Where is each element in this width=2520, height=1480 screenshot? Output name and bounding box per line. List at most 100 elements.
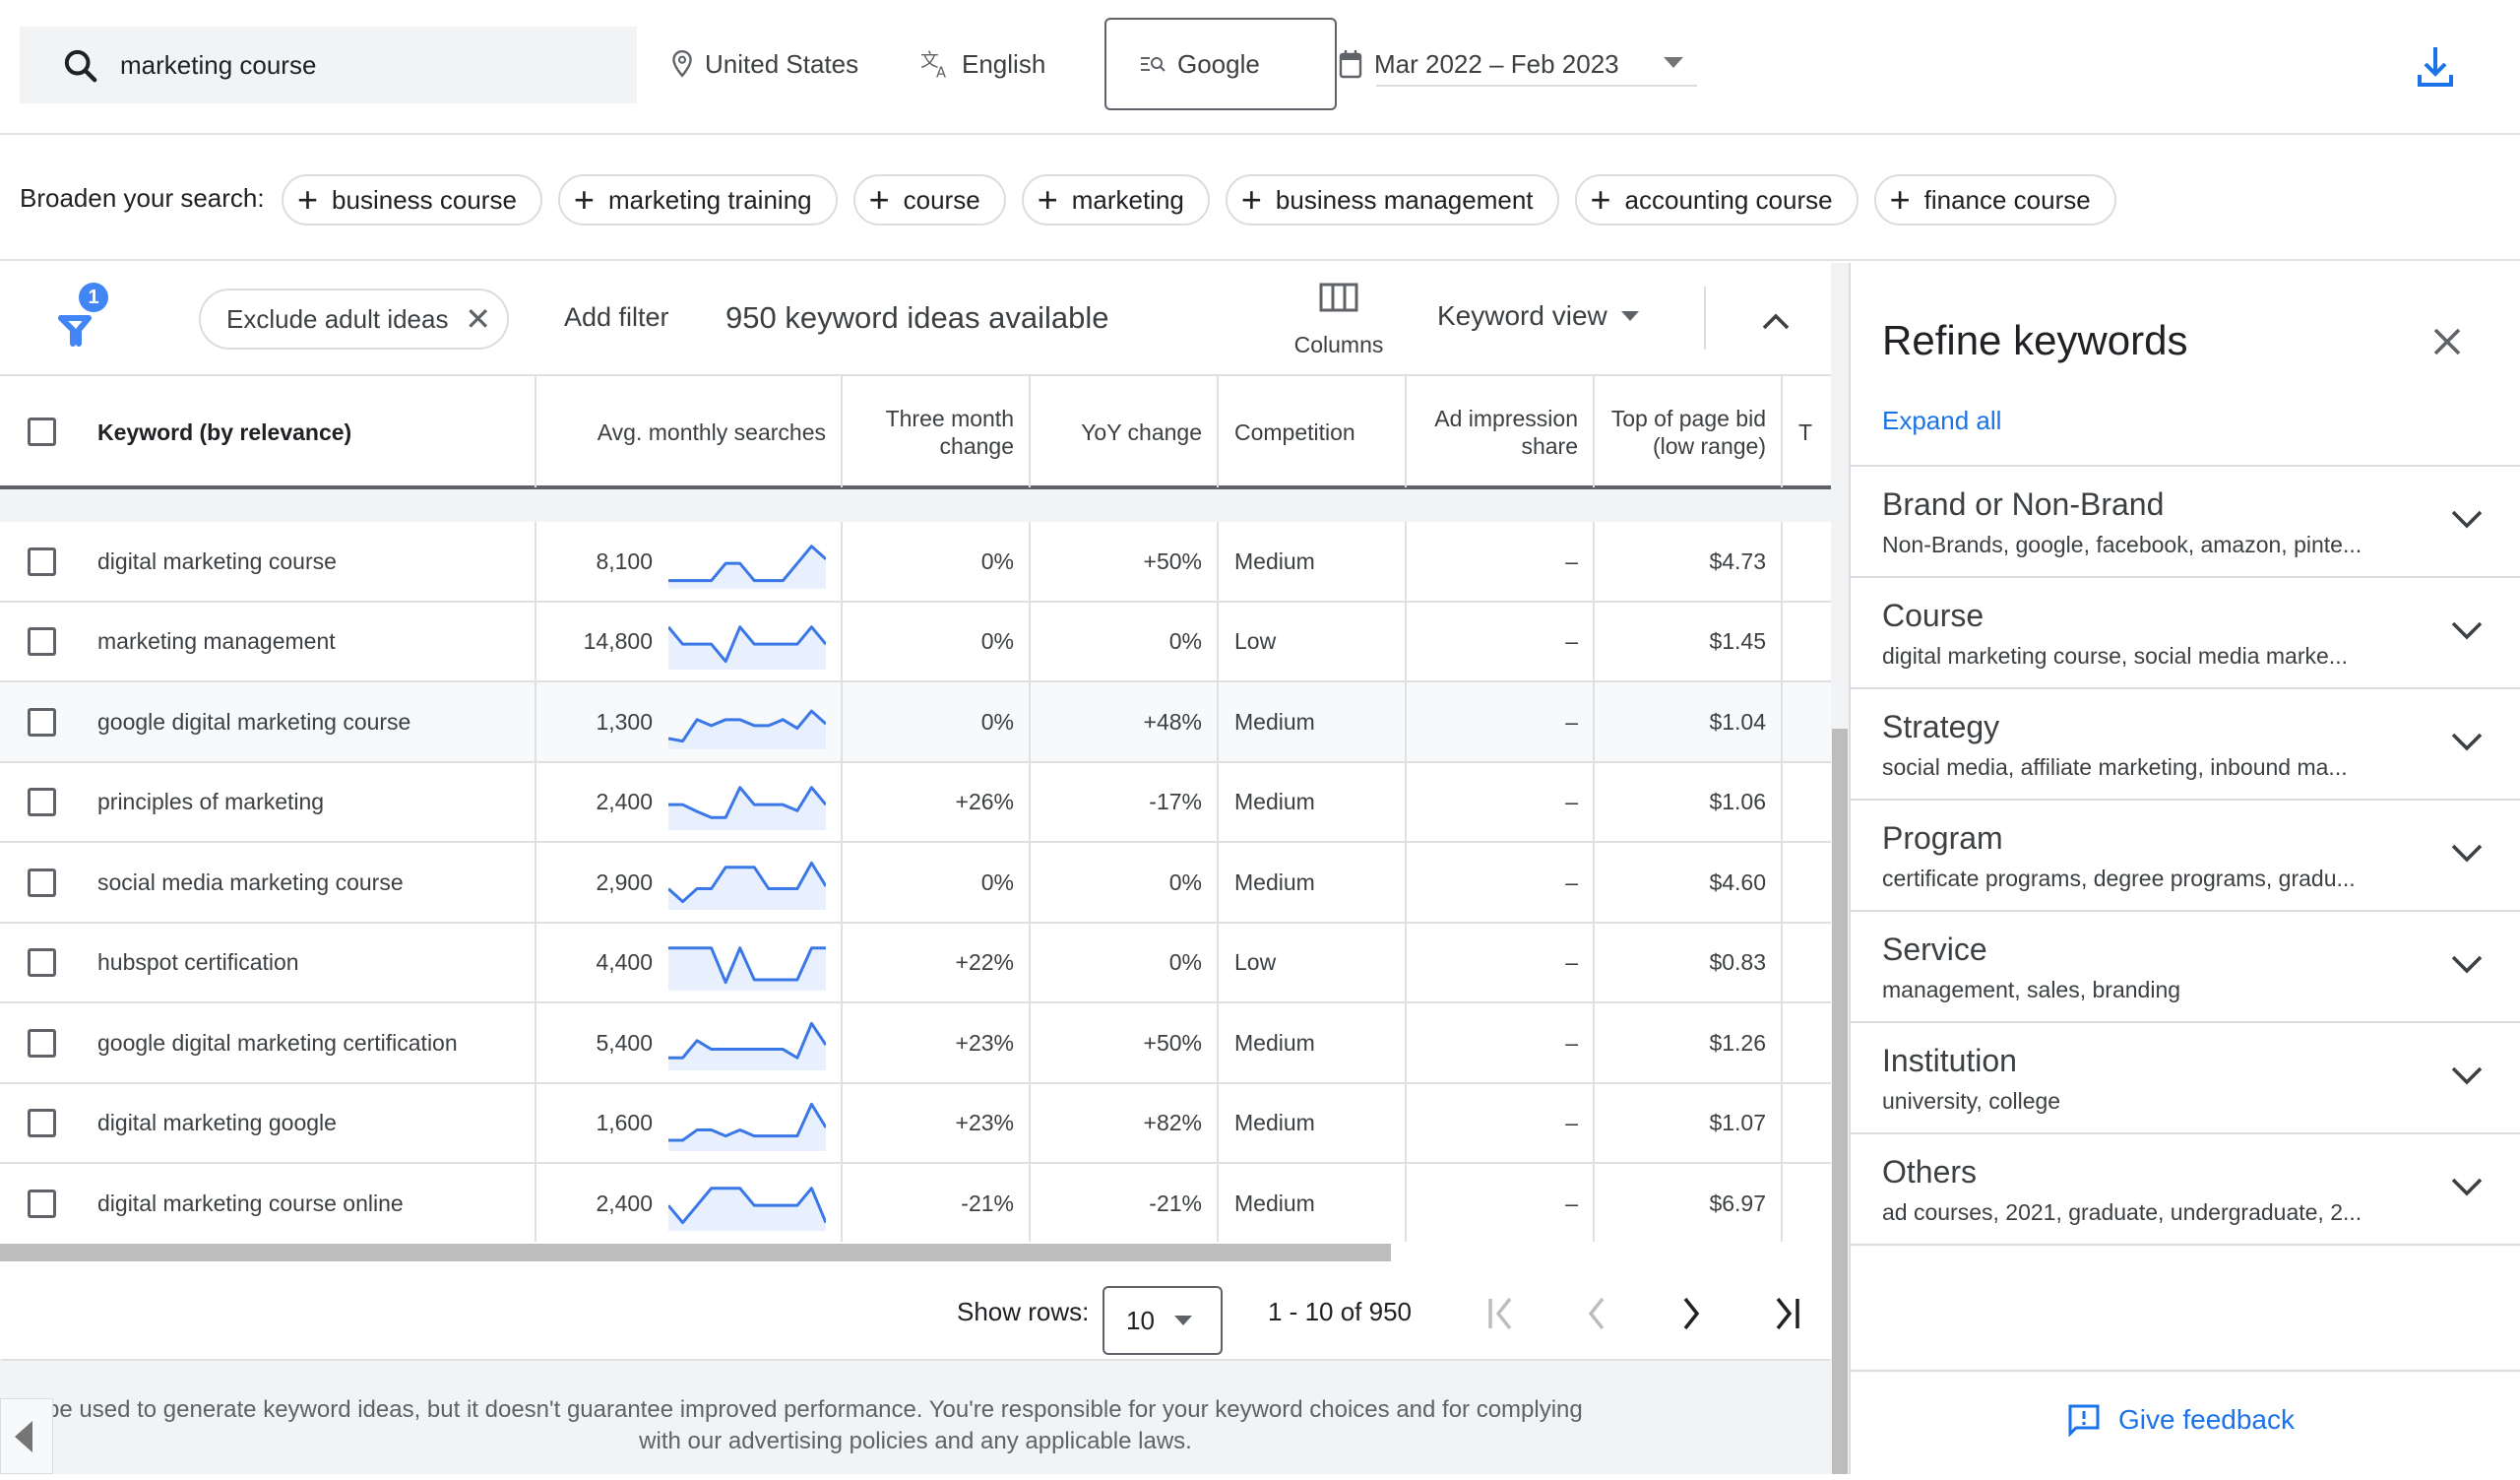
- chip-label: marketing: [1071, 184, 1184, 215]
- three-month-cell: 0%: [980, 628, 1014, 654]
- language-selector[interactable]: 文A English: [920, 39, 1045, 89]
- header-yoy-change[interactable]: YoY change: [1031, 376, 1218, 487]
- broaden-chip[interactable]: + marketing: [1021, 174, 1210, 225]
- column-divider: [1781, 1083, 1783, 1163]
- table-row[interactable]: hubspot certification 4,400 +22% 0% Low – $0.8…: [0, 923, 1831, 1003]
- next-page-icon[interactable]: [1666, 1289, 1715, 1338]
- row-checkbox[interactable]: [28, 627, 56, 656]
- columns-label: Columns: [1293, 332, 1384, 357]
- header-keyword[interactable]: Keyword (by relevance): [82, 376, 535, 487]
- table-row[interactable]: google digital marketing certification 5,…: [0, 1003, 1831, 1084]
- row-checkbox[interactable]: [28, 707, 56, 737]
- give-feedback-button[interactable]: Give feedback: [2067, 1403, 2295, 1437]
- table-row[interactable]: social media marketing course 2,900 0% 0% Me…: [0, 843, 1831, 924]
- last-page-icon[interactable]: [1762, 1289, 1811, 1338]
- refine-group-name: Course: [1882, 598, 1984, 633]
- chevron-up-icon[interactable]: [1758, 304, 1794, 340]
- location-selector[interactable]: United States: [669, 39, 858, 89]
- header-three-month-change[interactable]: Three month change: [843, 376, 1030, 487]
- feedback-icon: [2068, 1404, 2100, 1437]
- row-checkbox[interactable]: [28, 547, 56, 576]
- broaden-chip[interactable]: + accounting course: [1574, 174, 1858, 225]
- three-month-cell: +23%: [955, 1029, 1014, 1056]
- header-top-of-page-bid-low[interactable]: Top of page bid (low range): [1595, 376, 1782, 487]
- refine-group[interactable]: Brand or Non-Brand Non-Brands, google, fa…: [1851, 467, 2520, 578]
- column-divider: [1405, 762, 1407, 842]
- broaden-chip[interactable]: + business course: [282, 174, 542, 225]
- refine-group[interactable]: Strategy social media, affiliate marketin…: [1851, 689, 2520, 801]
- chevron-down-icon[interactable]: [2449, 504, 2485, 534]
- chip-label: marketing training: [607, 184, 812, 215]
- column-divider: [1593, 602, 1595, 681]
- three-month-cell: +23%: [955, 1110, 1014, 1135]
- first-page-icon[interactable]: [1479, 1289, 1528, 1338]
- chevron-down-icon[interactable]: [2449, 615, 2485, 645]
- keyword-table-area: 1 Exclude adult ideas ✕ Add filter 950 k…: [0, 263, 1831, 1359]
- horizontal-scrollbar[interactable]: [0, 1244, 1391, 1261]
- row-checkbox[interactable]: [28, 1028, 56, 1058]
- header-avg-monthly-searches[interactable]: Avg. monthly searches: [536, 376, 842, 487]
- refine-group[interactable]: Institution university, college: [1851, 1023, 2520, 1134]
- date-range-selector[interactable]: Mar 2022 – Feb 2023: [1339, 39, 1619, 89]
- close-icon[interactable]: ✕: [465, 300, 491, 338]
- column-divider: [1405, 1003, 1407, 1082]
- chip-label: finance course: [1923, 184, 2091, 215]
- column-divider: [1405, 522, 1407, 601]
- broaden-chip[interactable]: + business management: [1225, 174, 1559, 225]
- table-row[interactable]: digital marketing google 1,600 +23% +82% Med…: [0, 1083, 1831, 1164]
- row-checkbox[interactable]: [28, 1109, 56, 1137]
- row-checkbox[interactable]: [28, 1189, 56, 1218]
- chevron-down-icon[interactable]: [2449, 727, 2485, 756]
- rows-per-page-select[interactable]: 10: [1102, 1286, 1223, 1355]
- expand-all-link[interactable]: Expand all: [1882, 406, 2001, 436]
- yoy-cell: 0%: [1168, 869, 1202, 895]
- refine-group-name: Institution: [1882, 1043, 2017, 1078]
- row-checkbox[interactable]: [28, 868, 56, 897]
- date-dropdown-arrow-icon[interactable]: [1664, 57, 1683, 68]
- refine-group[interactable]: Others ad courses, 2021, graduate, underg…: [1851, 1134, 2520, 1246]
- table-row[interactable]: google digital marketing course 1,300 0% +4…: [0, 682, 1831, 763]
- scroll-left-button[interactable]: [0, 1398, 53, 1474]
- svg-text:A: A: [936, 64, 946, 80]
- columns-button[interactable]: Columns: [1280, 283, 1398, 361]
- table-row[interactable]: digital marketing course 8,100 0% +50% Mediu…: [0, 522, 1831, 603]
- column-divider: [1593, 923, 1595, 1002]
- refine-group[interactable]: Course digital marketing course, social m…: [1851, 578, 2520, 689]
- column-divider: [1217, 843, 1219, 922]
- table-row[interactable]: principles of marketing 2,400 +26% -17% Medi…: [0, 762, 1831, 843]
- broaden-chip-list: + business course + marketing training + co…: [282, 174, 2116, 225]
- search-input[interactable]: [120, 27, 612, 103]
- row-checkbox[interactable]: [28, 788, 56, 816]
- table-row[interactable]: digital marketing course online 2,400 -21%…: [0, 1164, 1831, 1245]
- broaden-chip[interactable]: + finance course: [1873, 174, 2116, 225]
- chevron-down-icon[interactable]: [2449, 838, 2485, 868]
- header-next-column[interactable]: T: [1783, 376, 1831, 487]
- date-range-underline: [1376, 85, 1697, 87]
- previous-page-icon[interactable]: [1573, 1289, 1622, 1338]
- calendar-icon: [1339, 50, 1362, 79]
- broaden-chip[interactable]: + marketing training: [557, 174, 838, 225]
- header-competition[interactable]: Competition: [1219, 376, 1406, 487]
- header-ad-impression-share[interactable]: Ad impression share: [1407, 376, 1594, 487]
- keyword-view-selector[interactable]: Keyword view: [1437, 300, 1639, 332]
- close-icon[interactable]: [2429, 324, 2465, 359]
- column-divider: [1405, 843, 1407, 922]
- row-checkbox[interactable]: [28, 948, 56, 977]
- exclude-adult-filter-chip[interactable]: Exclude adult ideas ✕: [199, 289, 509, 350]
- chevron-down-icon[interactable]: [2449, 1172, 2485, 1201]
- column-divider: [1593, 1083, 1595, 1163]
- broaden-chip[interactable]: + course: [852, 174, 1006, 225]
- refine-group[interactable]: Service management, sales, branding: [1851, 912, 2520, 1023]
- select-all-checkbox[interactable]: [28, 418, 56, 446]
- vertical-scrollbar[interactable]: [1832, 729, 1848, 1474]
- add-filter-button[interactable]: Add filter: [564, 302, 669, 333]
- search-box[interactable]: [20, 27, 637, 103]
- chevron-down-icon[interactable]: [2449, 1061, 2485, 1090]
- chevron-down-icon[interactable]: [2449, 949, 2485, 979]
- table-row[interactable]: marketing management 14,800 0% 0% Low – $1.45: [0, 602, 1831, 682]
- download-button[interactable]: [2416, 43, 2455, 89]
- column-divider: [1029, 1083, 1031, 1163]
- refine-group[interactable]: Program certificate programs, degree prog…: [1851, 801, 2520, 912]
- network-selector[interactable]: Google: [1104, 18, 1337, 110]
- column-divider: [1029, 682, 1031, 761]
